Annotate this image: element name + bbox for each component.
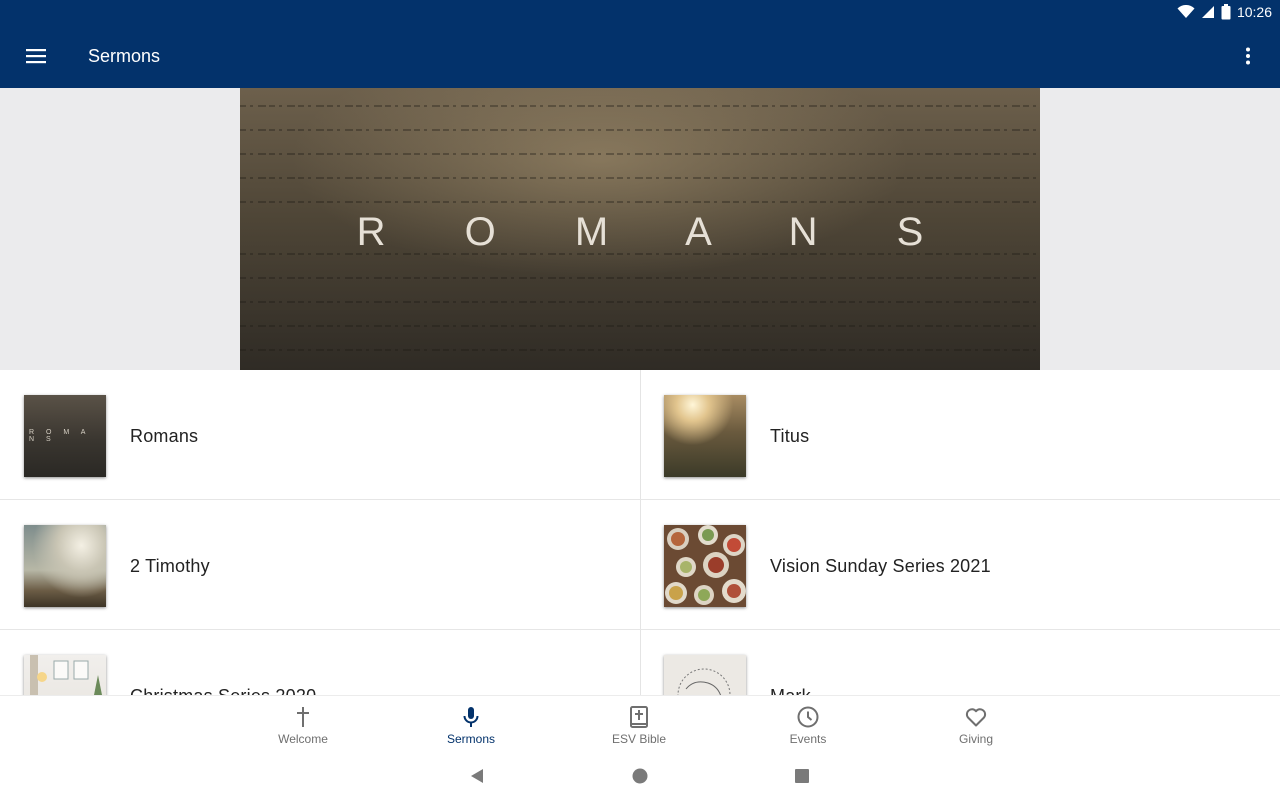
nav-item-welcome[interactable]: Welcome — [243, 696, 363, 753]
status-time: 10:26 — [1236, 4, 1272, 20]
back-icon — [471, 769, 483, 783]
overflow-menu-button[interactable] — [1234, 40, 1262, 72]
home-icon — [632, 768, 648, 784]
food-image — [665, 525, 746, 605]
battery-icon — [1221, 4, 1231, 20]
series-thumbnail — [664, 655, 746, 695]
app-bar: Sermons — [0, 24, 1280, 88]
series-item-2-timothy[interactable]: 2 Timothy — [0, 500, 640, 630]
series-label: Romans — [130, 426, 199, 446]
nav-label: ESV Bible — [611, 732, 667, 746]
cross-icon — [297, 707, 309, 727]
nav-label: Events — [789, 732, 827, 746]
nav-item-esv-bible[interactable]: ESV Bible — [579, 696, 699, 753]
clock-icon — [797, 706, 819, 728]
hero-title: R O M A N S — [356, 210, 958, 254]
nav-label: Giving — [958, 732, 993, 746]
series-item-mark[interactable]: Mark — [640, 630, 1280, 695]
nav-item-events[interactable]: Events — [748, 696, 868, 753]
more-vert-icon — [1246, 47, 1250, 65]
heart-icon — [965, 708, 987, 727]
page-title: Sermons — [88, 46, 161, 66]
bible-icon — [630, 706, 648, 728]
hero-banner[interactable]: R O M A N S — [240, 88, 1040, 370]
bottom-navigation: Welcome Sermons ESV Bible Events Giving — [0, 695, 1280, 752]
series-thumbnail — [664, 525, 746, 607]
status-icons: 10:26 — [1177, 3, 1272, 21]
series-label: Mark — [770, 685, 811, 695]
series-item-vision-sunday[interactable]: Vision Sunday Series 2021 — [640, 500, 1280, 630]
system-recents-button[interactable] — [792, 766, 812, 786]
series-item-titus[interactable]: Titus — [640, 370, 1280, 500]
series-label: 2 Timothy — [130, 556, 210, 576]
series-thumbnail — [664, 395, 746, 477]
system-back-button[interactable] — [467, 766, 487, 786]
hero-area: R O M A N S — [0, 88, 1280, 370]
series-label: Vision Sunday Series 2021 — [770, 556, 991, 576]
hamburger-menu-icon — [26, 49, 46, 64]
series-grid: R O M A N S Romans Titus 2 Timothy Visio… — [0, 370, 1280, 695]
nav-label: Sermons — [446, 732, 496, 746]
series-item-romans[interactable]: R O M A N S Romans — [0, 370, 640, 500]
nav-label: Welcome — [278, 732, 328, 746]
nav-item-sermons[interactable]: Sermons — [411, 696, 531, 753]
series-item-christmas[interactable]: Christmas Series 2020 — [0, 630, 640, 695]
series-label: Titus — [770, 426, 810, 446]
wifi-icon — [1177, 5, 1195, 18]
system-home-button[interactable] — [630, 766, 650, 786]
series-label: Christmas Series 2020 — [130, 685, 316, 695]
microphone-icon — [463, 707, 479, 727]
room-image — [30, 655, 102, 695]
cell-signal-icon — [1201, 6, 1214, 18]
series-thumbnail: R O M A N S — [24, 395, 106, 477]
recents-icon — [795, 769, 809, 783]
thumbnail-text: R O M A N S — [29, 429, 91, 443]
lion-sketch-image — [677, 668, 731, 695]
menu-button[interactable] — [20, 40, 52, 72]
series-thumbnail — [24, 525, 106, 607]
system-navigation-bar — [0, 752, 1280, 800]
status-bar: 10:26 — [0, 0, 1280, 24]
nav-item-giving[interactable]: Giving — [916, 696, 1036, 753]
series-thumbnail — [24, 655, 106, 695]
